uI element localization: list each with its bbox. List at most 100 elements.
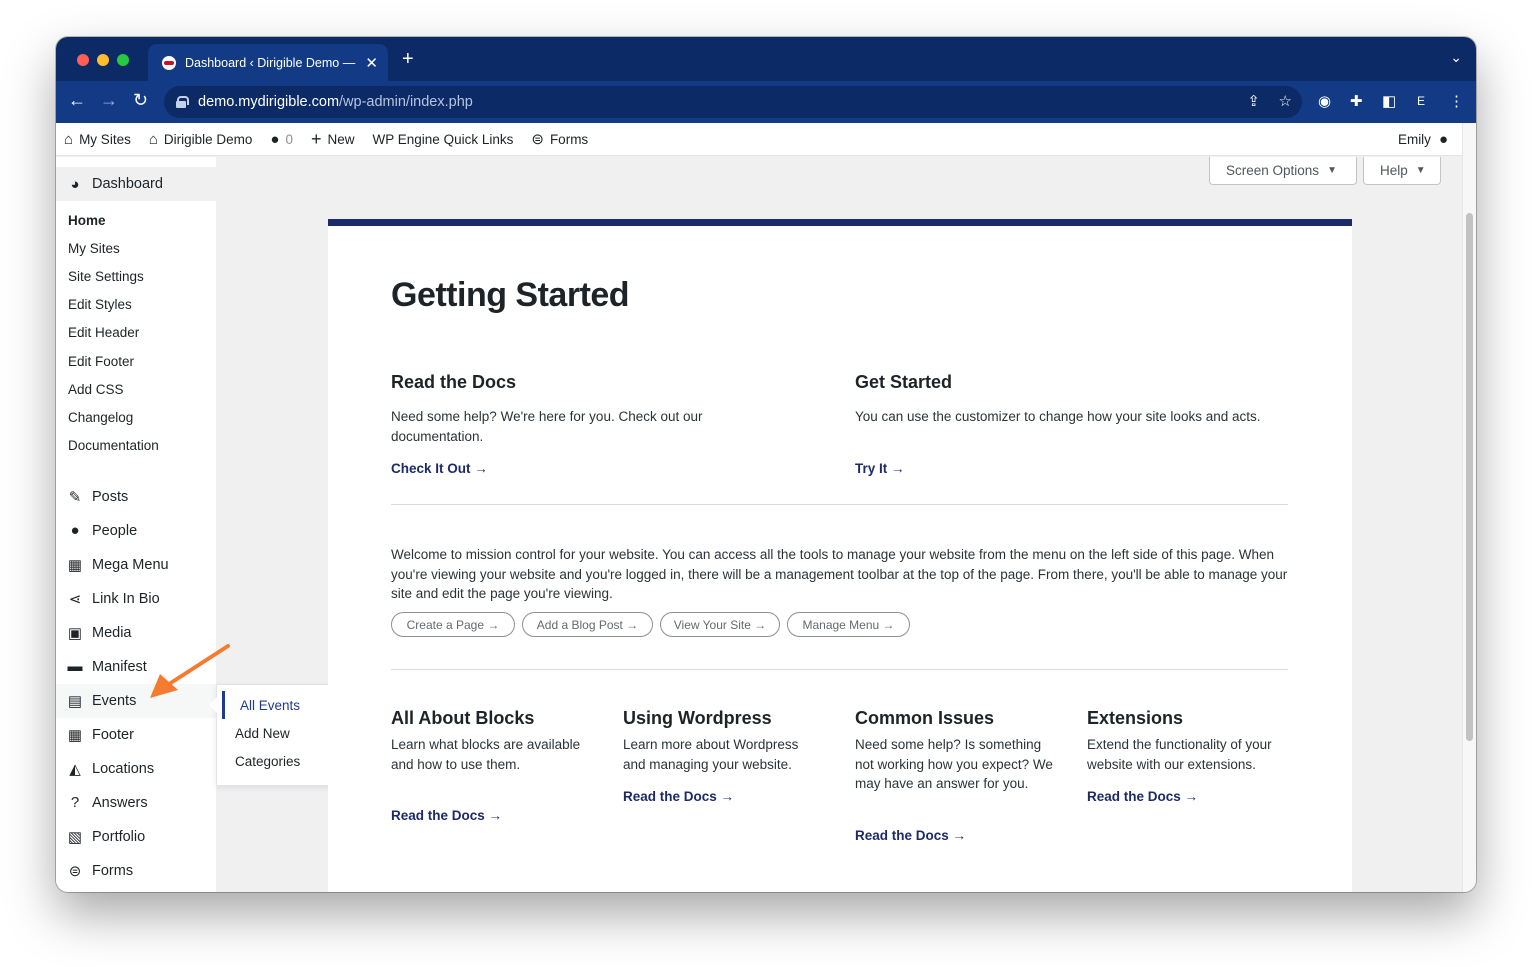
calendar-icon: ▤ xyxy=(67,692,83,710)
issues-docs-link[interactable]: Read the Docs → xyxy=(855,828,966,843)
sidebar-item-label: Answers xyxy=(92,794,148,811)
admin-bar-new[interactable]: + New xyxy=(311,129,355,150)
admin-bar-comments[interactable]: ● 0 xyxy=(270,131,293,148)
submenu-edit-footer[interactable]: Edit Footer xyxy=(56,347,216,375)
user-avatar-icon: ● xyxy=(1438,131,1448,148)
sidebar-item-label: Posts xyxy=(92,488,129,505)
screen-options-button[interactable]: Screen Options ▼ xyxy=(1209,157,1357,185)
wordpress-docs-link[interactable]: Read the Docs → xyxy=(623,789,734,804)
sidebar-item-label: Mega Menu xyxy=(92,556,169,573)
home-icon: ⌂ xyxy=(148,130,158,148)
sidebar-item-posts[interactable]: ✎ Posts xyxy=(56,480,216,514)
submenu-documentation[interactable]: Documentation xyxy=(56,432,216,460)
help-button[interactable]: Help ▼ xyxy=(1363,157,1441,185)
extensions-docs-link[interactable]: Read the Docs → xyxy=(1087,789,1198,804)
submenu-changelog[interactable]: Changelog xyxy=(56,403,216,431)
create-page-button[interactable]: Create a Page → xyxy=(391,612,515,637)
tab-close-icon[interactable]: ✕ xyxy=(365,54,378,72)
screen-options-label: Screen Options xyxy=(1226,163,1320,178)
maximize-window-button[interactable] xyxy=(117,54,129,66)
admin-sidebar: ◕ Dashboard Home My Sites Site Settings … xyxy=(56,157,216,892)
media-icon: ▣ xyxy=(67,624,83,642)
divider xyxy=(391,669,1288,670)
manage-menu-button[interactable]: Manage Menu → xyxy=(787,612,910,637)
grid-icon: ▦ xyxy=(67,726,83,744)
sidebar-item-dashboard[interactable]: ◕ Dashboard xyxy=(56,167,216,201)
sidebar-item-locations[interactable]: ◭ Locations xyxy=(56,752,216,786)
sidebar-item-mega-menu[interactable]: ▦ Mega Menu xyxy=(56,548,216,582)
sidebar-item-label: Portfolio xyxy=(92,828,146,845)
submenu-edit-header[interactable]: Edit Header xyxy=(56,319,216,347)
sidebar-item-footer[interactable]: ▦ Footer xyxy=(56,718,216,752)
page-title: Getting Started xyxy=(391,276,630,314)
pushpin-icon: ✎ xyxy=(68,488,82,506)
reload-icon[interactable]: ↻ xyxy=(133,90,148,111)
wordpress-heading: Using Wordpress xyxy=(623,708,772,728)
forward-arrow-icon[interactable]: → xyxy=(100,90,118,111)
user-name: Emily xyxy=(1397,132,1431,147)
extensions-heading: Extensions xyxy=(1087,708,1184,728)
wordpress-text: Learn more about Wordpress and managing … xyxy=(623,737,799,772)
share-icon[interactable]: ⇪ xyxy=(1247,92,1260,110)
docs-text: Need some help? We're here for you. Chec… xyxy=(391,409,703,444)
submenu-my-sites[interactable]: My Sites xyxy=(56,234,216,262)
url-host: demo.mydirigible.com xyxy=(198,94,340,110)
check-it-out-link[interactable]: Check It Out → xyxy=(391,461,488,476)
browser-tab[interactable]: Dashboard ‹ Dirigible Demo — ✕ xyxy=(148,44,388,81)
issues-text: Need some help? Is something not working… xyxy=(855,737,1053,791)
browser-menu-icon[interactable]: ⋮ xyxy=(1449,92,1464,110)
minimize-window-button[interactable] xyxy=(97,54,109,66)
admin-bar-wpengine[interactable]: WP Engine Quick Links xyxy=(373,132,514,147)
get-started-text: You can use the customizer to change how… xyxy=(855,409,1261,424)
tab-search-icon[interactable]: ⌄ xyxy=(1450,49,1462,66)
browser-window: Dashboard ‹ Dirigible Demo — ✕ + ⌄ ← → ↻… xyxy=(56,37,1476,892)
sidebar-item-label: Footer xyxy=(92,726,134,743)
back-arrow-icon[interactable]: ← xyxy=(68,90,86,111)
caret-down-icon: ▼ xyxy=(1327,165,1337,176)
plus-icon: + xyxy=(311,128,322,149)
sidebar-item-portfolio[interactable]: ▧ Portfolio xyxy=(56,820,216,854)
extensions-puzzle-icon[interactable]: ✚ xyxy=(1350,92,1363,110)
admin-bar-forms[interactable]: ⊜ Forms xyxy=(531,130,588,148)
extension-shield-icon[interactable]: ◉ xyxy=(1318,92,1331,110)
forms-icon: ⊜ xyxy=(68,862,82,880)
grid-icon: ▦ xyxy=(67,556,83,574)
scrollbar-thumb[interactable] xyxy=(1466,213,1473,741)
add-blog-post-button[interactable]: Add a Blog Post → xyxy=(522,612,653,637)
blocks-text: Learn what blocks are available and how … xyxy=(391,737,581,772)
bookmark-star-icon[interactable]: ☆ xyxy=(1279,92,1292,110)
lock-icon xyxy=(176,96,189,108)
view-site-button[interactable]: View Your Site → xyxy=(660,612,780,637)
annotation-arrow-icon xyxy=(150,644,230,698)
address-bar[interactable]: demo.mydirigible.com/wp-admin/index.php … xyxy=(164,86,1302,118)
admin-bar-site-name[interactable]: ⌂ Dirigible Demo xyxy=(149,131,253,148)
portfolio-icon: ▧ xyxy=(67,828,83,846)
sidebar-item-label: Dashboard xyxy=(92,176,163,192)
try-it-link[interactable]: Try It → xyxy=(855,461,905,476)
profile-avatar[interactable]: E xyxy=(1417,94,1425,108)
share-nodes-icon: ⋖ xyxy=(68,590,82,608)
submenu-add-css[interactable]: Add CSS xyxy=(56,375,216,403)
blocks-docs-link[interactable]: Read the Docs → xyxy=(391,808,502,823)
sidebar-item-label: Forms xyxy=(92,862,134,879)
admin-bar-user[interactable]: Emily ● xyxy=(1398,123,1448,156)
close-window-button[interactable] xyxy=(77,54,89,66)
admin-bar-my-sites[interactable]: ⌂ My Sites xyxy=(64,131,131,148)
sidebar-item-people[interactable]: ● People xyxy=(56,514,216,548)
new-tab-button[interactable]: + xyxy=(402,48,414,71)
help-label: Help xyxy=(1380,163,1408,178)
side-panel-icon[interactable]: ◧ xyxy=(1382,92,1396,110)
site-name-label: Dirigible Demo xyxy=(163,131,253,147)
sidebar-item-link-in-bio[interactable]: ⋖ Link In Bio xyxy=(56,582,216,616)
folder-icon: ▬ xyxy=(67,658,83,676)
sidebar-item-answers[interactable]: ? Answers xyxy=(56,786,216,820)
sidebar-item-label: Locations xyxy=(92,760,155,777)
submenu-edit-styles[interactable]: Edit Styles xyxy=(56,291,216,319)
blocks-heading: All About Blocks xyxy=(391,708,535,728)
page-scrollbar[interactable] xyxy=(1462,123,1476,892)
submenu-site-settings[interactable]: Site Settings xyxy=(56,262,216,290)
sidebar-item-forms[interactable]: ⊜ Forms xyxy=(56,854,216,888)
submenu-home[interactable]: Home xyxy=(56,206,216,234)
sidebar-item-label: Media xyxy=(92,624,132,641)
comment-bubble-icon: ● xyxy=(270,130,280,148)
